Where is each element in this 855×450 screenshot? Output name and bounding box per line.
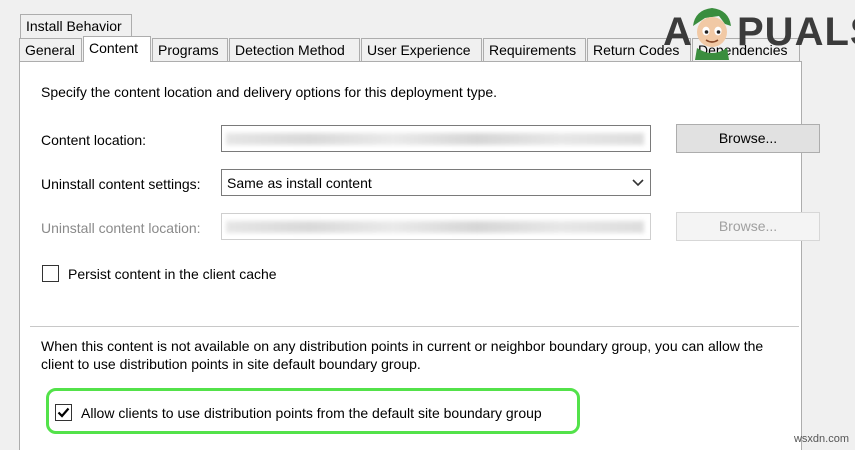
uninstall-settings-select[interactable]: Same as install content	[221, 169, 651, 196]
tab-requirements[interactable]: Requirements	[483, 38, 586, 62]
mascot-icon	[693, 8, 731, 60]
tab-user-experience[interactable]: User Experience	[361, 38, 482, 62]
fallback-text-line-2: client to use distribution points in sit…	[41, 356, 421, 372]
browse-button-label: Browse...	[718, 130, 778, 146]
section-divider	[30, 326, 799, 327]
tab-content[interactable]: Content	[83, 36, 151, 62]
tab-label: User Experience	[367, 42, 471, 58]
uninstall-location-field[interactable]	[221, 213, 651, 240]
blurred-path	[226, 221, 644, 233]
uninstall-settings-value: Same as install content	[227, 175, 372, 191]
appuals-logo: A PUALS	[663, 0, 855, 64]
checkmark-icon	[57, 407, 70, 418]
allow-fallback-label: Allow clients to use distribution points…	[81, 405, 542, 421]
browse-button-label: Browse...	[718, 218, 778, 234]
browse-button-disabled[interactable]: Browse...	[676, 212, 820, 241]
fallback-text-line-1: When this content is not available on an…	[41, 338, 764, 354]
logo-letter-a: A	[663, 10, 692, 54]
tab-label: Install Behavior	[26, 18, 122, 34]
logo-text: PUALS	[737, 10, 855, 54]
uninstall-location-label: Uninstall content location:	[41, 220, 201, 236]
tab-label: General	[25, 42, 75, 58]
tab-general[interactable]: General	[19, 38, 82, 62]
tab-label: Requirements	[489, 42, 577, 58]
allow-fallback-checkbox[interactable]	[55, 404, 72, 421]
blurred-path	[226, 133, 644, 145]
browse-button[interactable]: Browse...	[676, 124, 820, 153]
content-location-field[interactable]	[221, 125, 651, 152]
tab-programs[interactable]: Programs	[152, 38, 228, 62]
content-location-label: Content location:	[41, 132, 147, 148]
content-description: Specify the content location and deliver…	[41, 84, 498, 100]
uninstall-settings-label: Uninstall content settings:	[41, 176, 201, 192]
content-tab-panel: Specify the content location and deliver…	[19, 61, 820, 450]
site-watermark: wsxdn.com	[793, 433, 849, 445]
tab-detection-method[interactable]: Detection Method	[229, 38, 360, 62]
chevron-down-icon	[632, 179, 644, 187]
tab-label: Detection Method	[235, 42, 345, 58]
persist-label: Persist content in the client cache	[68, 266, 277, 282]
tab-install-behavior[interactable]: Install Behavior	[20, 14, 132, 38]
tab-label: Programs	[158, 42, 219, 58]
persist-checkbox[interactable]	[42, 265, 59, 282]
tab-label: Content	[89, 40, 139, 56]
